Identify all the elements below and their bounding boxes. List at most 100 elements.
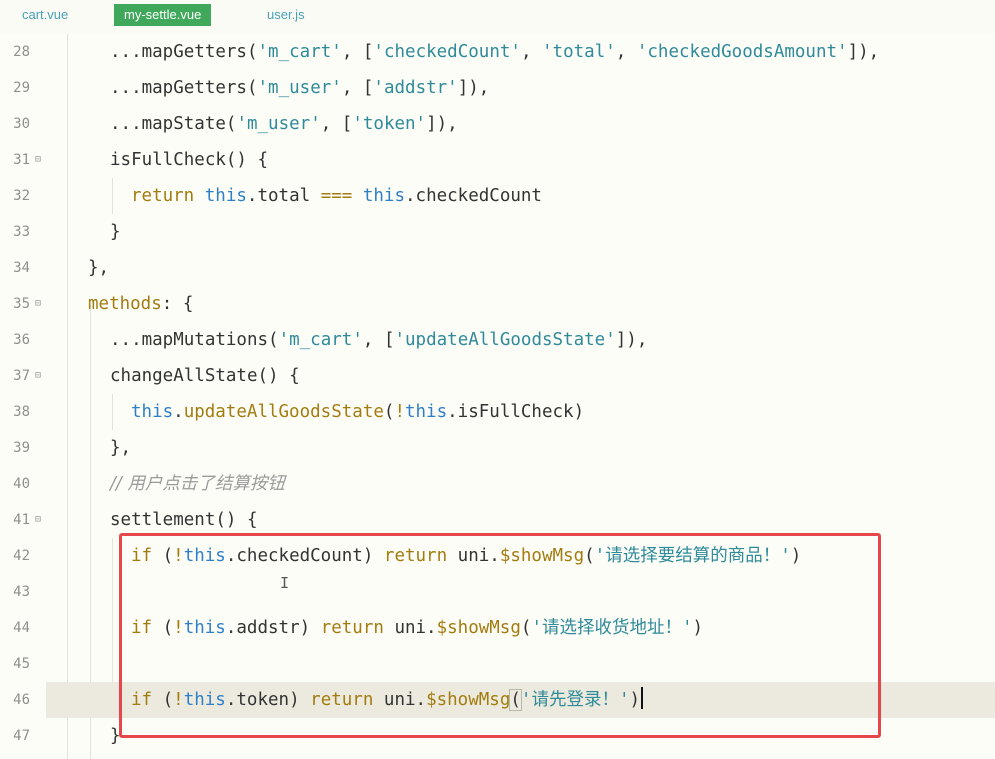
line-number: 34 xyxy=(13,260,30,276)
line-number: 44 xyxy=(13,620,30,636)
code-token: , [ xyxy=(341,42,374,62)
code-token: ...mapState( xyxy=(110,114,237,134)
code-line[interactable]: 35 ⊟ methods: { xyxy=(0,286,995,322)
tab-cart-vue[interactable]: cart.vue xyxy=(22,4,68,26)
code-line[interactable]: 40 // 用户点击了结算按钮 xyxy=(0,466,995,502)
code-token: 'm_user' xyxy=(236,114,321,134)
code-text: } xyxy=(110,214,121,250)
code-token: this xyxy=(362,186,405,206)
code-token: 'checkedGoodsAmount' xyxy=(636,42,848,62)
line-number: 31 xyxy=(13,152,30,168)
line-number: 30 xyxy=(13,116,30,132)
code-line[interactable]: 36 ...mapMutations('m_cart', ['updateAllG… xyxy=(0,322,995,358)
code-token: .total xyxy=(246,186,321,206)
code-line[interactable]: 34}, xyxy=(0,250,995,286)
code-text: isFullCheck() { xyxy=(110,142,268,178)
code-text: methods: { xyxy=(88,286,193,322)
text-cursor-ibeam-icon: I xyxy=(280,574,290,592)
code-token: , [ xyxy=(341,78,374,98)
line-number: 36 xyxy=(13,332,30,348)
code-text: changeAllState() { xyxy=(110,358,300,394)
line-number: 32 xyxy=(13,188,30,204)
code-token: return xyxy=(131,186,195,206)
code-text: // 用户点击了结算按钮 xyxy=(110,466,285,502)
fold-toggle-icon[interactable]: ⊟ xyxy=(35,358,41,394)
code-token: ( xyxy=(383,402,395,422)
code-token: . xyxy=(173,402,184,422)
code-token: 'm_cart' xyxy=(257,42,342,62)
code-token: ...mapMutations( xyxy=(110,330,279,350)
code-token: , [ xyxy=(362,330,395,350)
code-text: }, xyxy=(110,430,131,466)
fold-toggle-icon[interactable]: ⊟ xyxy=(35,502,41,538)
line-number: 35 xyxy=(13,296,30,312)
code-text: }, xyxy=(88,250,109,286)
code-token: 'm_user' xyxy=(257,78,342,98)
editor-tab-bar: cart.vue my-settle.vue user.js xyxy=(0,0,995,34)
line-number: 42 xyxy=(13,548,30,564)
code-line[interactable]: 39}, xyxy=(0,430,995,466)
code-text: ...mapMutations('m_cart', ['updateAllGoo… xyxy=(110,322,647,358)
code-token: settlement() { xyxy=(110,510,258,530)
code-token: }, xyxy=(88,258,110,278)
code-line[interactable]: 28 ...mapGetters('m_cart', ['checkedCount… xyxy=(0,34,995,70)
code-token: 'total' xyxy=(542,42,616,62)
code-token: ...mapGetters( xyxy=(110,42,258,62)
code-line[interactable]: 31 ⊟ isFullCheck() { xyxy=(0,142,995,178)
line-number: 38 xyxy=(13,404,30,420)
code-token: 'token' xyxy=(352,114,427,134)
code-line[interactable]: 33} xyxy=(0,214,995,250)
code-line[interactable]: 29 ...mapGetters('m_user', ['addstr']), xyxy=(0,70,995,106)
line-number: 47 xyxy=(13,728,30,744)
line-number: 39 xyxy=(13,440,30,456)
code-token: ]), xyxy=(615,330,648,350)
code-text: ...mapGetters('m_user', ['addstr']), xyxy=(110,70,489,106)
code-text: ...mapGetters('m_cart', ['checkedCount',… xyxy=(110,34,879,70)
code-line[interactable]: 38 this.updateAllGoodsState(!this.isFullC… xyxy=(0,394,995,430)
code-text: this.updateAllGoodsState(!this.isFullChe… xyxy=(131,394,584,430)
code-token: updateAllGoodsState xyxy=(183,402,384,422)
code-token: ...mapGetters( xyxy=(110,78,258,98)
code-token: isFullCheck() { xyxy=(110,150,269,170)
tab-my-settle-vue[interactable]: my-settle.vue xyxy=(114,4,212,26)
code-token: 'm_cart' xyxy=(278,330,363,350)
line-number: 37 xyxy=(13,368,30,384)
code-token: .isFullCheck) xyxy=(447,402,585,422)
tab-user-js[interactable]: user.js xyxy=(267,4,305,26)
line-number: 45 xyxy=(13,656,30,672)
code-line[interactable]: 30 ...mapState('m_user', ['token']), xyxy=(0,106,995,142)
code-token: this xyxy=(131,402,174,422)
code-token: ]), xyxy=(847,42,880,62)
code-token: methods xyxy=(88,294,162,314)
code-token: === xyxy=(320,186,353,206)
code-token: 'checkedCount' xyxy=(373,42,521,62)
code-text: return this.total === this.checkedCount xyxy=(131,178,542,214)
code-token: , xyxy=(615,42,637,62)
code-token: this xyxy=(404,402,448,422)
code-token: , xyxy=(520,42,543,62)
annotation-highlight-box xyxy=(119,533,881,738)
code-token: 'addstr' xyxy=(373,78,458,98)
code-token: // 用户点击了结算按钮 xyxy=(110,474,285,494)
line-number: 43 xyxy=(13,584,30,600)
code-token: , [ xyxy=(320,114,353,134)
code-token: }, xyxy=(110,438,132,458)
code-token: this xyxy=(204,186,247,206)
line-number: 41 xyxy=(13,512,30,528)
line-number: 40 xyxy=(13,476,30,492)
code-token: 'updateAllGoodsState' xyxy=(394,330,616,350)
fold-toggle-icon[interactable]: ⊟ xyxy=(35,142,41,178)
code-token: ]), xyxy=(457,78,490,98)
code-line[interactable]: 32 return this.total === this.checkedCoun… xyxy=(0,178,995,214)
line-number: 33 xyxy=(13,224,30,240)
code-line[interactable]: 37 ⊟ changeAllState() { xyxy=(0,358,995,394)
line-number: 46 xyxy=(13,692,30,708)
code-token: : { xyxy=(161,294,194,314)
code-token: changeAllState() { xyxy=(110,366,300,386)
fold-toggle-icon[interactable]: ⊟ xyxy=(35,286,41,322)
code-token: ! xyxy=(394,402,405,422)
line-number: 28 xyxy=(13,44,30,60)
code-text: ...mapState('m_user', ['token']), xyxy=(110,106,458,142)
